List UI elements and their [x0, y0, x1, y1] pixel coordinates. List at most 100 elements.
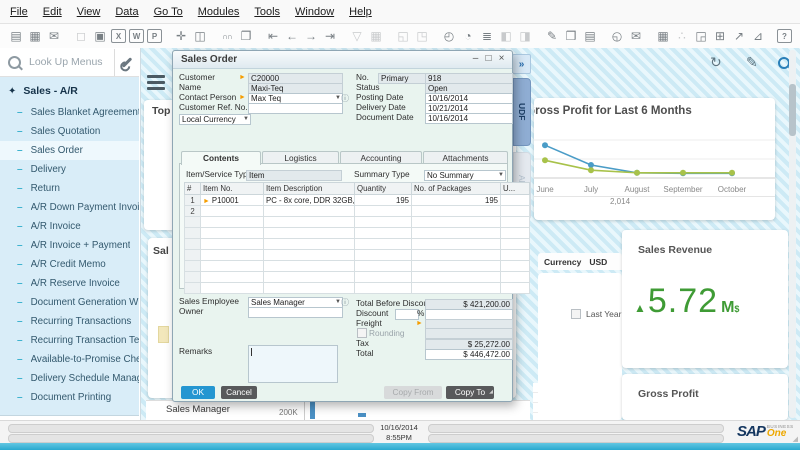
- currency-dropdown[interactable]: Local Currency▼: [179, 114, 251, 125]
- nav-prev-icon[interactable]: ←: [284, 28, 300, 44]
- cancel-button[interactable]: Cancel: [221, 386, 257, 399]
- resize-grip-icon[interactable]: ◢: [793, 435, 798, 443]
- maximize-icon[interactable]: □: [482, 52, 495, 65]
- nav-next-icon[interactable]: →: [303, 28, 319, 44]
- find-icon[interactable]: ∩∩: [219, 28, 235, 44]
- chart-x-labels: JuneJulyAugustSeptemberOctober: [534, 184, 775, 197]
- sidebar-item-a-r-invoice[interactable]: –A/R Invoice: [0, 217, 139, 236]
- column-header--: #: [185, 183, 201, 195]
- total-field: $ 446,472.00: [425, 349, 513, 360]
- calculator-icon[interactable]: ▦: [655, 28, 671, 44]
- owner-label: Owner: [179, 307, 203, 316]
- menu-modules[interactable]: Modules: [198, 6, 240, 18]
- freight-link-arrow[interactable]: ►: [416, 319, 423, 328]
- owner-field[interactable]: [248, 307, 343, 318]
- bg-axis-line: [304, 401, 305, 420]
- report-settings-icon[interactable]: ◲: [693, 28, 709, 44]
- dialog-titlebar[interactable]: Sales Order – □ ×: [173, 51, 512, 69]
- ok-button[interactable]: OK: [181, 386, 215, 399]
- journal-doc-icon[interactable]: ◴: [441, 28, 457, 44]
- panel-expand-button[interactable]: »: [512, 54, 531, 74]
- rounding-label: Rounding: [369, 329, 405, 338]
- sidebar-item-sales-order[interactable]: –Sales Order: [0, 141, 139, 160]
- menu-view[interactable]: View: [77, 6, 101, 18]
- sidebar-item-recurring-transaction-templa[interactable]: –Recurring Transaction Templa: [0, 331, 139, 350]
- table-row: [185, 261, 530, 272]
- sidebar-item-return[interactable]: –Return: [0, 179, 139, 198]
- print-icon[interactable]: ▦: [27, 28, 43, 44]
- edit-layout-icon[interactable]: ✎: [544, 28, 560, 44]
- udf-vertical-tab[interactable]: UDF: [513, 78, 531, 146]
- mail-doc-icon[interactable]: ✉: [628, 28, 644, 44]
- help-icon[interactable]: ?: [777, 29, 792, 43]
- menu-help[interactable]: Help: [349, 6, 372, 18]
- sidebar-item-delivery[interactable]: –Delivery: [0, 160, 139, 179]
- email-icon[interactable]: ✉: [46, 28, 62, 44]
- sidebar-section-header: ✦ Sales - A/R: [0, 79, 139, 103]
- sidebar-item-recurring-transactions[interactable]: –Recurring Transactions: [0, 312, 139, 331]
- sidebar-item-document-generation-wizard[interactable]: –Document Generation Wizard: [0, 293, 139, 312]
- close-icon[interactable]: ×: [495, 52, 508, 65]
- no-series-field[interactable]: Primary: [378, 73, 427, 84]
- edit-pencil-icon[interactable]: ✎: [746, 54, 758, 71]
- contact-link-arrow[interactable]: ►: [239, 93, 246, 102]
- item-service-type-label: Item/Service Type: [186, 170, 252, 179]
- right-scrollbar-thumb[interactable]: [789, 84, 796, 136]
- remarks-textarea[interactable]: [248, 345, 338, 383]
- last-year-checkbox[interactable]: [571, 309, 581, 319]
- menu-file[interactable]: File: [10, 6, 28, 18]
- export-word-icon[interactable]: W: [129, 29, 144, 43]
- add-window-icon[interactable]: ❐: [238, 28, 254, 44]
- sidebar-item-a-r-down-payment-invoice[interactable]: –A/R Down Payment Invoice: [0, 198, 139, 217]
- copy-from-button: Copy From: [384, 386, 442, 399]
- export-excel-icon[interactable]: X: [111, 29, 126, 43]
- item-service-type-field[interactable]: Item: [246, 170, 342, 181]
- sidebar-item-document-printing[interactable]: –Document Printing: [0, 388, 139, 407]
- payment-doc-icon[interactable]: ◔: [460, 28, 476, 44]
- minimize-icon[interactable]: –: [469, 52, 482, 65]
- nav-last-icon[interactable]: ⇥: [322, 28, 338, 44]
- query-wizard-icon[interactable]: ⊿: [750, 28, 766, 44]
- sort-table-icon[interactable]: ≣: [479, 28, 495, 44]
- sidebar-item-a-r-credit-memo[interactable]: –A/R Credit Memo: [0, 255, 139, 274]
- sidebar-item-sales-blanket-agreement[interactable]: –Sales Blanket Agreement: [0, 103, 139, 122]
- menu-window[interactable]: Window: [295, 6, 334, 18]
- customer-ref-field[interactable]: [248, 103, 343, 114]
- layout-designer-icon[interactable]: ⊞: [712, 28, 728, 44]
- document-date-field[interactable]: 10/16/2014: [425, 113, 513, 124]
- status-time: 8:55PM: [376, 433, 422, 442]
- table-row: [185, 250, 530, 261]
- menu-data[interactable]: Data: [115, 6, 138, 18]
- chart-year-label: 2,014: [610, 197, 630, 206]
- export-pdf-icon[interactable]: P: [147, 29, 162, 43]
- hamburger-menu-icon[interactable]: [147, 75, 165, 90]
- refresh-icon[interactable]: ↻: [710, 54, 722, 71]
- share-icon[interactable]: ↗: [731, 28, 747, 44]
- menu-search[interactable]: Look Up Menus: [0, 48, 139, 77]
- customize-menu-button[interactable]: [114, 49, 139, 76]
- nav-first-icon[interactable]: ⇤: [265, 28, 281, 44]
- sidebar-item-available-to-promise-check[interactable]: –Available-to-Promise Check: [0, 350, 139, 369]
- dash-icon: –: [17, 240, 23, 251]
- menu-tools[interactable]: Tools: [254, 6, 280, 18]
- rounding-checkbox[interactable]: [357, 328, 367, 338]
- sidebar-item-delivery-schedule-manageme[interactable]: –Delivery Schedule Manageme: [0, 369, 139, 388]
- copy-to-button[interactable]: Copy To◢: [446, 386, 494, 399]
- sidebar-item-a-r-invoice-payment[interactable]: –A/R Invoice + Payment: [0, 236, 139, 255]
- menu-edit[interactable]: Edit: [43, 6, 62, 18]
- summary-type-dropdown[interactable]: No Summary▼: [424, 170, 506, 181]
- last-year-checkbox-row[interactable]: Last Year: [571, 309, 621, 319]
- menu-go-to[interactable]: Go To: [154, 6, 183, 18]
- sidebar-item-a-r-reserve-invoice[interactable]: –A/R Reserve Invoice: [0, 274, 139, 293]
- search-placeholder[interactable]: Look Up Menus: [29, 56, 114, 68]
- sidebar-item-sales-quotation[interactable]: –Sales Quotation: [0, 122, 139, 141]
- customer-link-arrow[interactable]: ►: [239, 73, 246, 82]
- tab-contents[interactable]: Contents: [181, 151, 261, 165]
- move-icon[interactable]: ✛: [173, 28, 189, 44]
- print-preview-icon[interactable]: ▤: [8, 28, 24, 44]
- document-settings-icon[interactable]: ▤: [582, 28, 598, 44]
- freeze-table-icon[interactable]: ◫: [192, 28, 208, 44]
- paste-icon[interactable]: ▣: [92, 28, 108, 44]
- form-settings-icon[interactable]: ❒: [563, 28, 579, 44]
- schedule-doc-icon[interactable]: ◵: [609, 28, 625, 44]
